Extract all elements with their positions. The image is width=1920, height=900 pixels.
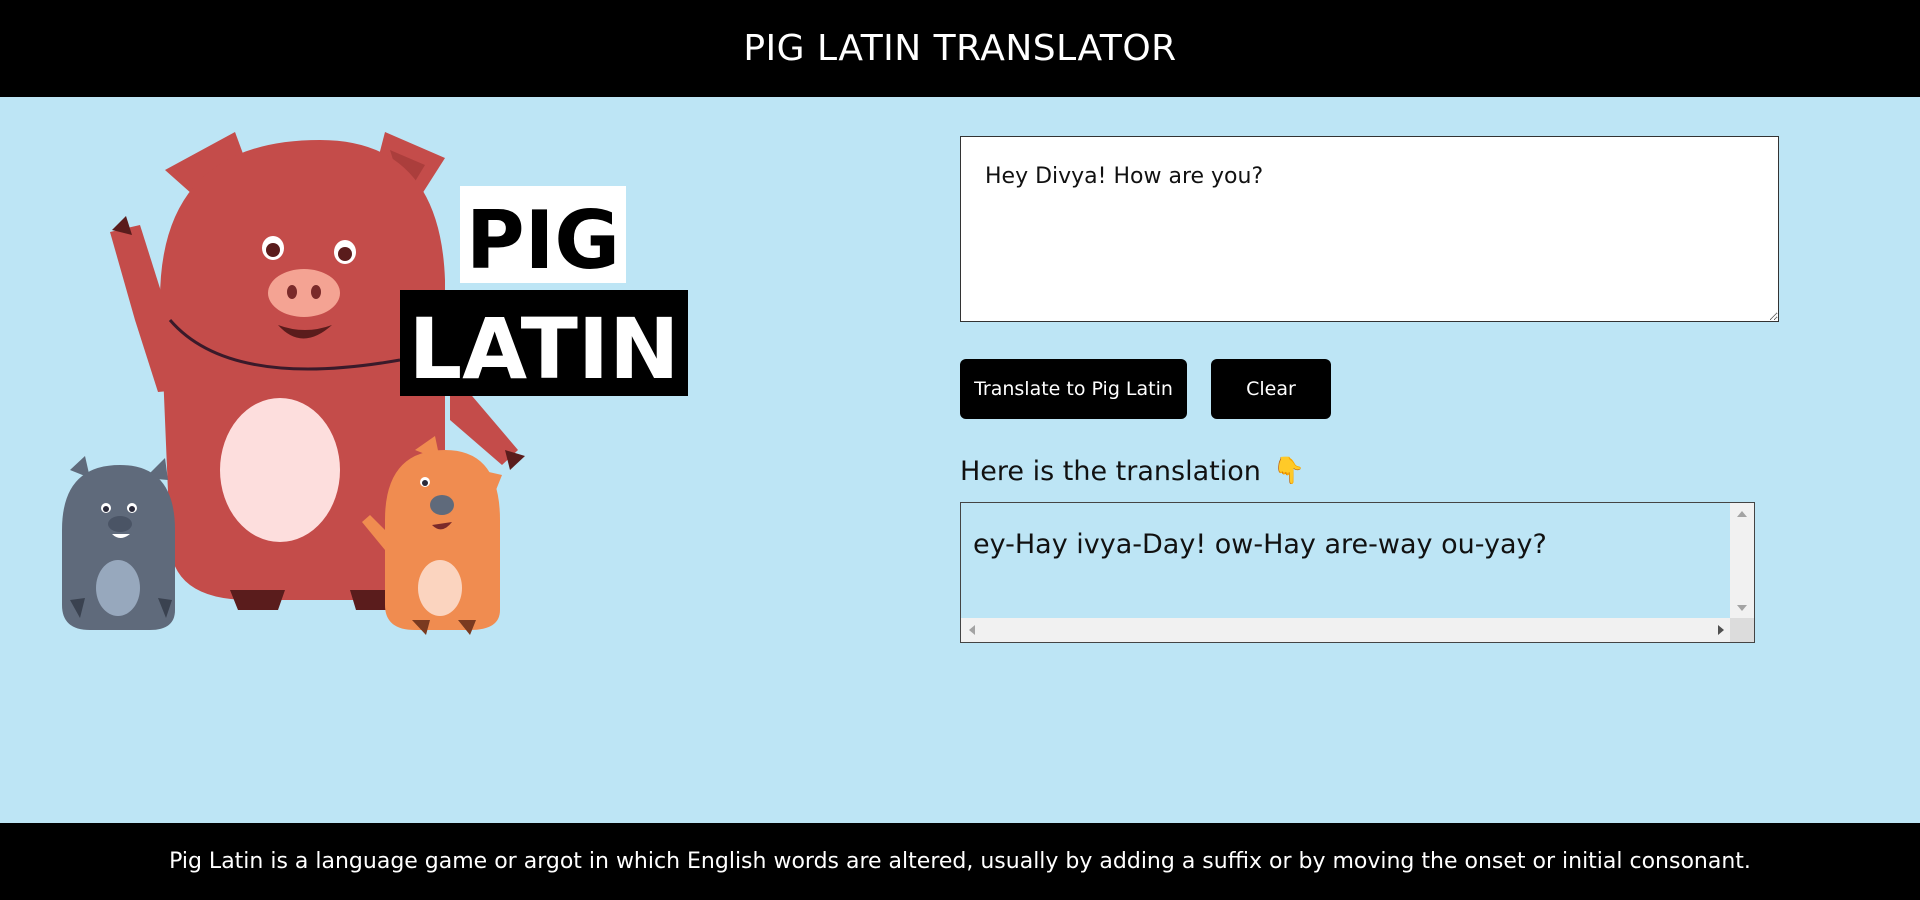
translation-heading-text: Here is the translation (960, 455, 1261, 487)
scroll-left-icon[interactable] (969, 625, 975, 635)
translation-output[interactable]: ey-Hay ivya-Day! ow-Hay are-way ou-yay? (960, 502, 1755, 643)
pig-latin-illustration: PIG LATIN (62, 132, 688, 635)
pointing-down-icon: 👇 (1272, 456, 1306, 486)
translation-output-text: ey-Hay ivya-Day! ow-Hay are-way ou-yay? (973, 529, 1547, 560)
app-header: PIG LATIN TRANSLATOR (0, 0, 1920, 97)
scroll-down-icon[interactable] (1737, 605, 1747, 611)
horizontal-scrollbar[interactable] (961, 618, 1732, 642)
scroll-right-icon[interactable] (1718, 625, 1724, 635)
clear-button[interactable]: Clear (1211, 359, 1331, 419)
translate-button[interactable]: Translate to Pig Latin (960, 359, 1187, 419)
scroll-up-icon[interactable] (1737, 511, 1747, 517)
footer-description: Pig Latin is a language game or argot in… (169, 849, 1751, 874)
scrollbar-corner (1730, 618, 1754, 642)
logo-line-pig: PIG (466, 194, 620, 287)
app-footer: Pig Latin is a language game or argot in… (0, 823, 1920, 900)
translation-heading: Here is the translation 👇 (960, 450, 1305, 492)
logo-line-latin: LATIN (409, 300, 680, 398)
page-title: PIG LATIN TRANSLATOR (743, 28, 1177, 69)
vertical-scrollbar[interactable] (1730, 503, 1754, 619)
english-input[interactable] (960, 136, 1779, 322)
